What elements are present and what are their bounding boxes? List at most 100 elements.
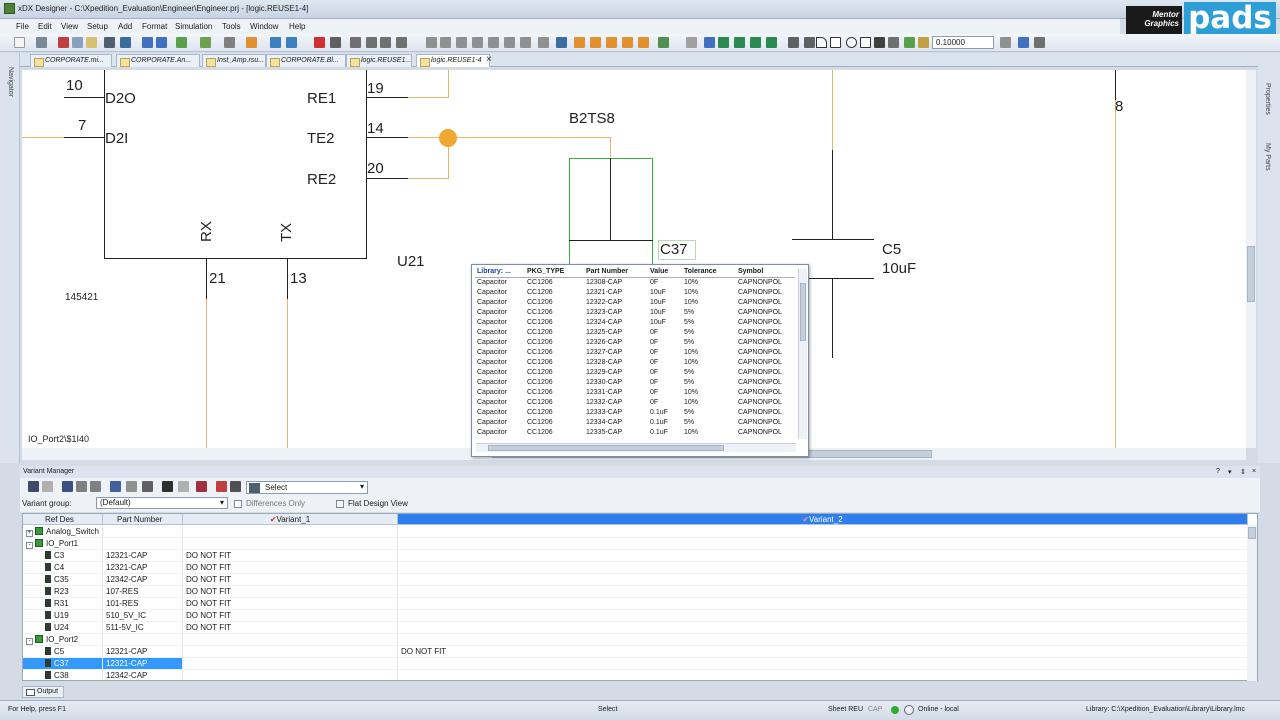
part-number-cell[interactable]: 511-5V_IC bbox=[103, 622, 183, 634]
variant-1-cell[interactable]: DO NOT FIT bbox=[183, 550, 398, 562]
selection-mode-dropdown[interactable]: Select ▾ bbox=[246, 481, 368, 494]
tab-corporate-an[interactable]: CORPORATE.An... bbox=[116, 54, 200, 67]
print-icon[interactable] bbox=[36, 37, 47, 48]
part-row[interactable]: Capacitor CC1206 12327-CAP 0F 10% CAPNONPOL bbox=[475, 348, 795, 358]
variant-1-cell[interactable]: DO NOT FIT bbox=[183, 574, 398, 586]
navigate-icon[interactable] bbox=[658, 37, 669, 48]
circle-icon[interactable] bbox=[846, 37, 857, 48]
stamp-icon[interactable] bbox=[888, 37, 899, 48]
variant-scroll-thumb[interactable] bbox=[1248, 527, 1256, 539]
block-icon[interactable] bbox=[606, 37, 617, 48]
rotate-icon[interactable] bbox=[350, 37, 361, 48]
netname-icon[interactable] bbox=[750, 37, 761, 48]
menu-format[interactable]: Format bbox=[142, 22, 167, 31]
tool-icon[interactable] bbox=[330, 37, 341, 48]
select-pointer-icon[interactable] bbox=[704, 37, 715, 48]
filter-icon[interactable] bbox=[686, 37, 697, 48]
find-icon[interactable] bbox=[104, 37, 115, 48]
dropdown-icon[interactable]: ▾ bbox=[1228, 468, 1232, 476]
part-row[interactable]: Capacitor CC1206 12329-CAP 0F 5% CAPNONPOL bbox=[475, 368, 795, 378]
save-icon[interactable] bbox=[28, 481, 39, 492]
variant-2-cell[interactable] bbox=[398, 562, 1248, 574]
menu-file[interactable]: File bbox=[16, 22, 29, 31]
help-icon[interactable]: ? bbox=[1216, 468, 1220, 475]
grid-view-icon[interactable] bbox=[162, 481, 173, 492]
ref-des-cell[interactable]: C37 bbox=[23, 658, 103, 670]
differences-only-checkbox[interactable] bbox=[234, 500, 242, 508]
part-number-cell[interactable]: 12321-CAP bbox=[103, 550, 183, 562]
variant-1-cell[interactable]: DO NOT FIT bbox=[183, 610, 398, 622]
part-row[interactable]: Capacitor CC1206 12322-CAP 10uF 10% CAPNONPOL bbox=[475, 298, 795, 308]
new-icon[interactable] bbox=[14, 37, 25, 48]
tree-group-row[interactable]: - IO_Port1 bbox=[23, 538, 1253, 550]
variant-grid[interactable]: Ref Des Part Number ✔Variant_1 ✔Variant_… bbox=[22, 513, 1258, 681]
delete-icon[interactable] bbox=[314, 37, 325, 48]
variant-2-cell[interactable]: DO NOT FIT bbox=[398, 646, 1248, 658]
menu-add[interactable]: Add bbox=[118, 22, 132, 31]
part-row[interactable]: Capacitor CC1206 12325-CAP 0F 5% CAPNONPOL bbox=[475, 328, 795, 338]
collapse-icon[interactable]: - bbox=[26, 638, 33, 645]
variant-2-cell[interactable] bbox=[398, 658, 1248, 670]
tab-inst-amp[interactable]: Inst_Amp.rsu... bbox=[202, 54, 266, 67]
ref-des-cell[interactable]: C38 bbox=[23, 670, 103, 680]
col-pkg-type[interactable]: PKG_TYPE bbox=[525, 267, 584, 278]
variant-2-cell[interactable] bbox=[398, 610, 1248, 622]
menu-view[interactable]: View bbox=[61, 22, 78, 31]
part-number-cell[interactable]: 12342-CAP bbox=[103, 574, 183, 586]
bus-icon[interactable] bbox=[734, 37, 745, 48]
mode-icon[interactable] bbox=[216, 481, 227, 492]
ungroup-icon[interactable] bbox=[590, 37, 601, 48]
align-top-icon[interactable] bbox=[472, 37, 483, 48]
part-number-cell[interactable]: 12342-CAP bbox=[103, 670, 183, 680]
tab-corporate-bl[interactable]: CORPORATE.Bl... bbox=[266, 54, 346, 67]
popup-hscroll-thumb[interactable] bbox=[488, 445, 724, 451]
tab-corporate-mi[interactable]: CORPORATE.mi... bbox=[30, 54, 112, 67]
undo-icon[interactable] bbox=[142, 37, 153, 48]
canvas-vscroll-thumb[interactable] bbox=[1247, 246, 1255, 302]
table-row[interactable]: U19 510_5V_IC DO NOT FIT bbox=[23, 610, 1253, 622]
port-icon[interactable] bbox=[766, 37, 777, 48]
col-library[interactable]: Library: ... bbox=[475, 267, 525, 278]
selected-part-outline[interactable] bbox=[569, 158, 653, 268]
table-row[interactable]: C4 12321-CAP DO NOT FIT bbox=[23, 562, 1253, 574]
ref-des-cell[interactable]: C4 bbox=[23, 562, 103, 574]
part-row[interactable]: Capacitor CC1206 12328-CAP 0F 10% CAPNONPOL bbox=[475, 358, 795, 368]
align-center-icon[interactable] bbox=[440, 37, 451, 48]
mirror-icon[interactable] bbox=[366, 37, 377, 48]
line-icon[interactable] bbox=[804, 37, 815, 48]
variant-1-cell[interactable]: DO NOT FIT bbox=[183, 598, 398, 610]
browse-icon[interactable] bbox=[246, 37, 257, 48]
part-row[interactable]: Capacitor CC1206 12326-CAP 0F 5% CAPNONPOL bbox=[475, 338, 795, 348]
grid-icon[interactable] bbox=[1018, 37, 1029, 48]
col-part-number[interactable]: Part Number bbox=[103, 514, 183, 525]
align-icon[interactable] bbox=[396, 37, 407, 48]
tab-logic-reuse1-4[interactable]: logic.REUSE1-4 bbox=[416, 54, 490, 67]
variant-1-cell[interactable]: DO NOT FIT bbox=[183, 562, 398, 574]
copy-variant-icon[interactable] bbox=[76, 481, 87, 492]
filter-icon[interactable] bbox=[62, 481, 73, 492]
zoom-dropdown-icon[interactable] bbox=[1000, 37, 1011, 48]
close-panel-icon[interactable]: × bbox=[1252, 468, 1256, 475]
ref-des-cell[interactable]: U19 bbox=[23, 610, 103, 622]
variant-group-select[interactable]: (Default) ▾ bbox=[96, 497, 228, 509]
align-right-icon[interactable] bbox=[456, 37, 467, 48]
report-icon[interactable] bbox=[196, 481, 207, 492]
menu-tools[interactable]: Tools bbox=[222, 22, 241, 31]
table-row[interactable]: C38 12342-CAP bbox=[23, 670, 1253, 680]
flip-icon[interactable] bbox=[380, 37, 391, 48]
col-tolerance[interactable]: Tolerance bbox=[682, 267, 736, 278]
paste-icon[interactable] bbox=[86, 37, 97, 48]
redo-icon[interactable] bbox=[156, 37, 167, 48]
part-row[interactable]: Capacitor CC1206 12308-CAP 0F 10% CAPNONPOL bbox=[475, 278, 795, 289]
ref-des-cell[interactable]: C5 bbox=[23, 646, 103, 658]
part-row[interactable]: Capacitor CC1206 12335-CAP 0.1uF 10% CAPNONPO… bbox=[475, 428, 795, 438]
close-tab-icon[interactable]: × bbox=[486, 54, 492, 65]
part-row[interactable]: Capacitor CC1206 12323-CAP 10uF 5% CAPNONPOL bbox=[475, 308, 795, 318]
variant-2-cell[interactable] bbox=[398, 670, 1248, 680]
tree-group-row[interactable]: - IO_Port2 bbox=[23, 634, 1253, 646]
col-part-number[interactable]: Part Number bbox=[584, 267, 648, 278]
part-row[interactable]: Capacitor CC1206 12331-CAP 0F 10% CAPNONPOL bbox=[475, 388, 795, 398]
symbol-icon[interactable] bbox=[622, 37, 633, 48]
package-icon[interactable] bbox=[176, 37, 187, 48]
distribute-v-icon[interactable] bbox=[538, 37, 549, 48]
